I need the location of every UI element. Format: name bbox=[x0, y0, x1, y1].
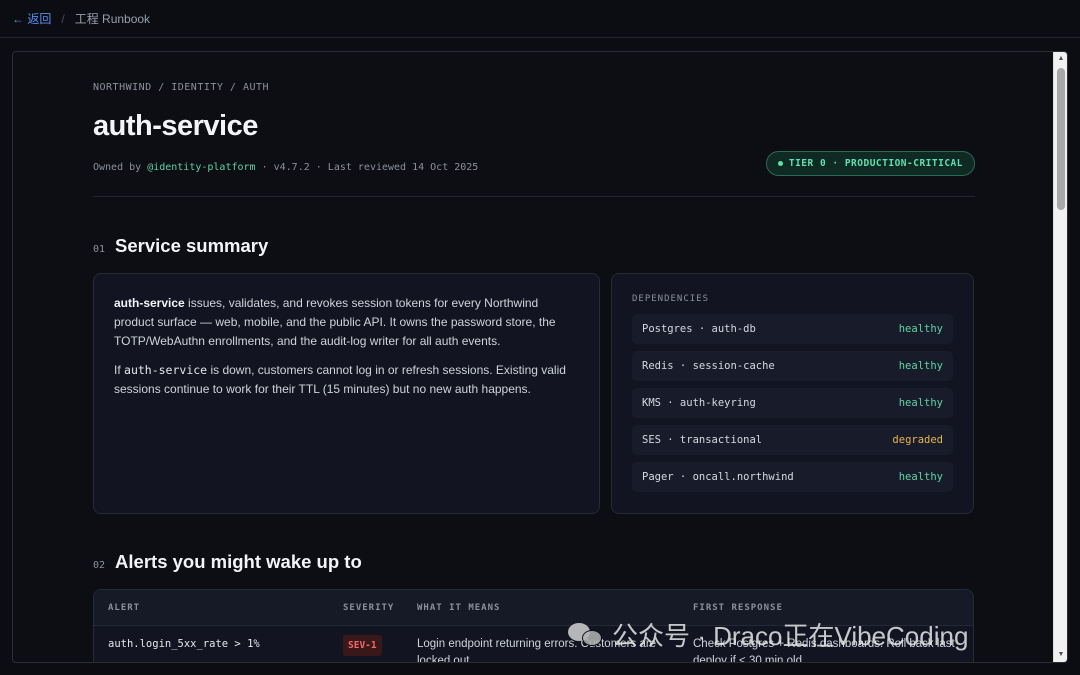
wechat-icon bbox=[568, 621, 604, 649]
back-link[interactable]: ← 返回 bbox=[12, 10, 51, 27]
dependency-status: healthy bbox=[898, 360, 943, 372]
scroll-up-icon[interactable]: ▲ bbox=[1054, 52, 1067, 66]
breadcrumb-separator: / bbox=[61, 11, 65, 26]
status-dot-icon bbox=[777, 161, 783, 166]
column-header-severity: SEVERITY bbox=[343, 602, 395, 613]
dependency-row[interactable]: SES · transactional degraded bbox=[632, 425, 953, 455]
vertical-scrollbar[interactable]: ▲ ▼ bbox=[1053, 52, 1067, 662]
dependency-row[interactable]: KMS · auth-keyring healthy bbox=[632, 388, 953, 418]
dependency-name: Redis · session-cache bbox=[642, 360, 775, 372]
dependency-name: Pager · oncall.northwind bbox=[642, 471, 794, 483]
tier-badge: TIER 0 · PRODUCTION-CRITICAL bbox=[765, 151, 975, 176]
dependency-row[interactable]: Pager · oncall.northwind healthy bbox=[632, 462, 953, 492]
dependency-name: Postgres · auth-db bbox=[642, 323, 756, 335]
dependency-status: degraded bbox=[892, 434, 943, 446]
meta-suffix: · v4.7.2 · Last reviewed 14 Oct 2025 bbox=[255, 162, 479, 173]
watermark-text: 公众号 · Draco正在VibeCoding bbox=[612, 621, 969, 651]
summary-paragraph-2: If auth-service is down, customers canno… bbox=[114, 361, 579, 399]
summary-code: auth-service bbox=[124, 363, 208, 377]
section-heading-alerts: 02 Alerts you might wake up to bbox=[93, 551, 362, 573]
runbook-frame: NORTHWIND / IDENTITY / AUTH auth-service… bbox=[12, 51, 1068, 663]
column-header-alert: ALERT bbox=[108, 602, 141, 613]
dependency-row[interactable]: Postgres · auth-db healthy bbox=[632, 314, 953, 344]
dependency-row[interactable]: Redis · session-cache healthy bbox=[632, 351, 953, 381]
severity-badge: SEV-1 bbox=[343, 635, 382, 656]
section-heading-summary: 01 Service summary bbox=[93, 235, 268, 257]
dependency-status: healthy bbox=[898, 323, 943, 335]
dependency-name: KMS · auth-keyring bbox=[642, 397, 756, 409]
dependency-status: healthy bbox=[898, 397, 943, 409]
header-divider bbox=[93, 196, 975, 197]
dependencies-card: DEPENDENCIES Postgres · auth-db healthy … bbox=[611, 273, 974, 514]
section-title: Alerts you might wake up to bbox=[115, 551, 362, 572]
section-number: 02 bbox=[93, 560, 106, 571]
section-number: 01 bbox=[93, 244, 106, 255]
page-title: auth-service bbox=[93, 110, 258, 142]
summary-p2-prefix: If bbox=[114, 363, 125, 377]
summary-paragraph-1: auth-service issues, validates, and revo… bbox=[114, 294, 579, 351]
section-title: Service summary bbox=[115, 235, 269, 256]
severity-cell: SEV-1 bbox=[343, 635, 382, 656]
scroll-down-icon[interactable]: ▼ bbox=[1054, 648, 1067, 662]
dependency-status: healthy bbox=[898, 471, 943, 483]
breadcrumb-runbook: 工程 Runbook bbox=[74, 12, 151, 26]
meta-prefix: Owned by bbox=[93, 162, 148, 173]
dependency-name: SES · transactional bbox=[642, 434, 763, 446]
summary-card: auth-service issues, validates, and revo… bbox=[93, 273, 600, 514]
column-header-response: FIRST RESPONSE bbox=[693, 602, 783, 613]
top-bar: ← 返回 / 工程 Runbook bbox=[0, 0, 1080, 38]
watermark: 公众号 · Draco正在VibeCoding bbox=[568, 616, 968, 653]
tier-badge-label: TIER 0 · PRODUCTION-CRITICAL bbox=[788, 158, 963, 169]
summary-service-name: auth-service bbox=[114, 296, 185, 310]
alert-name: auth.login_5xx_rate > 1% bbox=[108, 638, 260, 650]
service-path: NORTHWIND / IDENTITY / AUTH bbox=[93, 82, 270, 93]
dependencies-label: DEPENDENCIES bbox=[632, 294, 710, 304]
owner-link[interactable]: @identity-platform bbox=[147, 162, 255, 173]
scrollbar-thumb[interactable] bbox=[1057, 68, 1065, 210]
service-meta: Owned by @identity-platform · v4.7.2 · L… bbox=[93, 162, 478, 173]
column-header-meaning: WHAT IT MEANS bbox=[417, 602, 501, 613]
